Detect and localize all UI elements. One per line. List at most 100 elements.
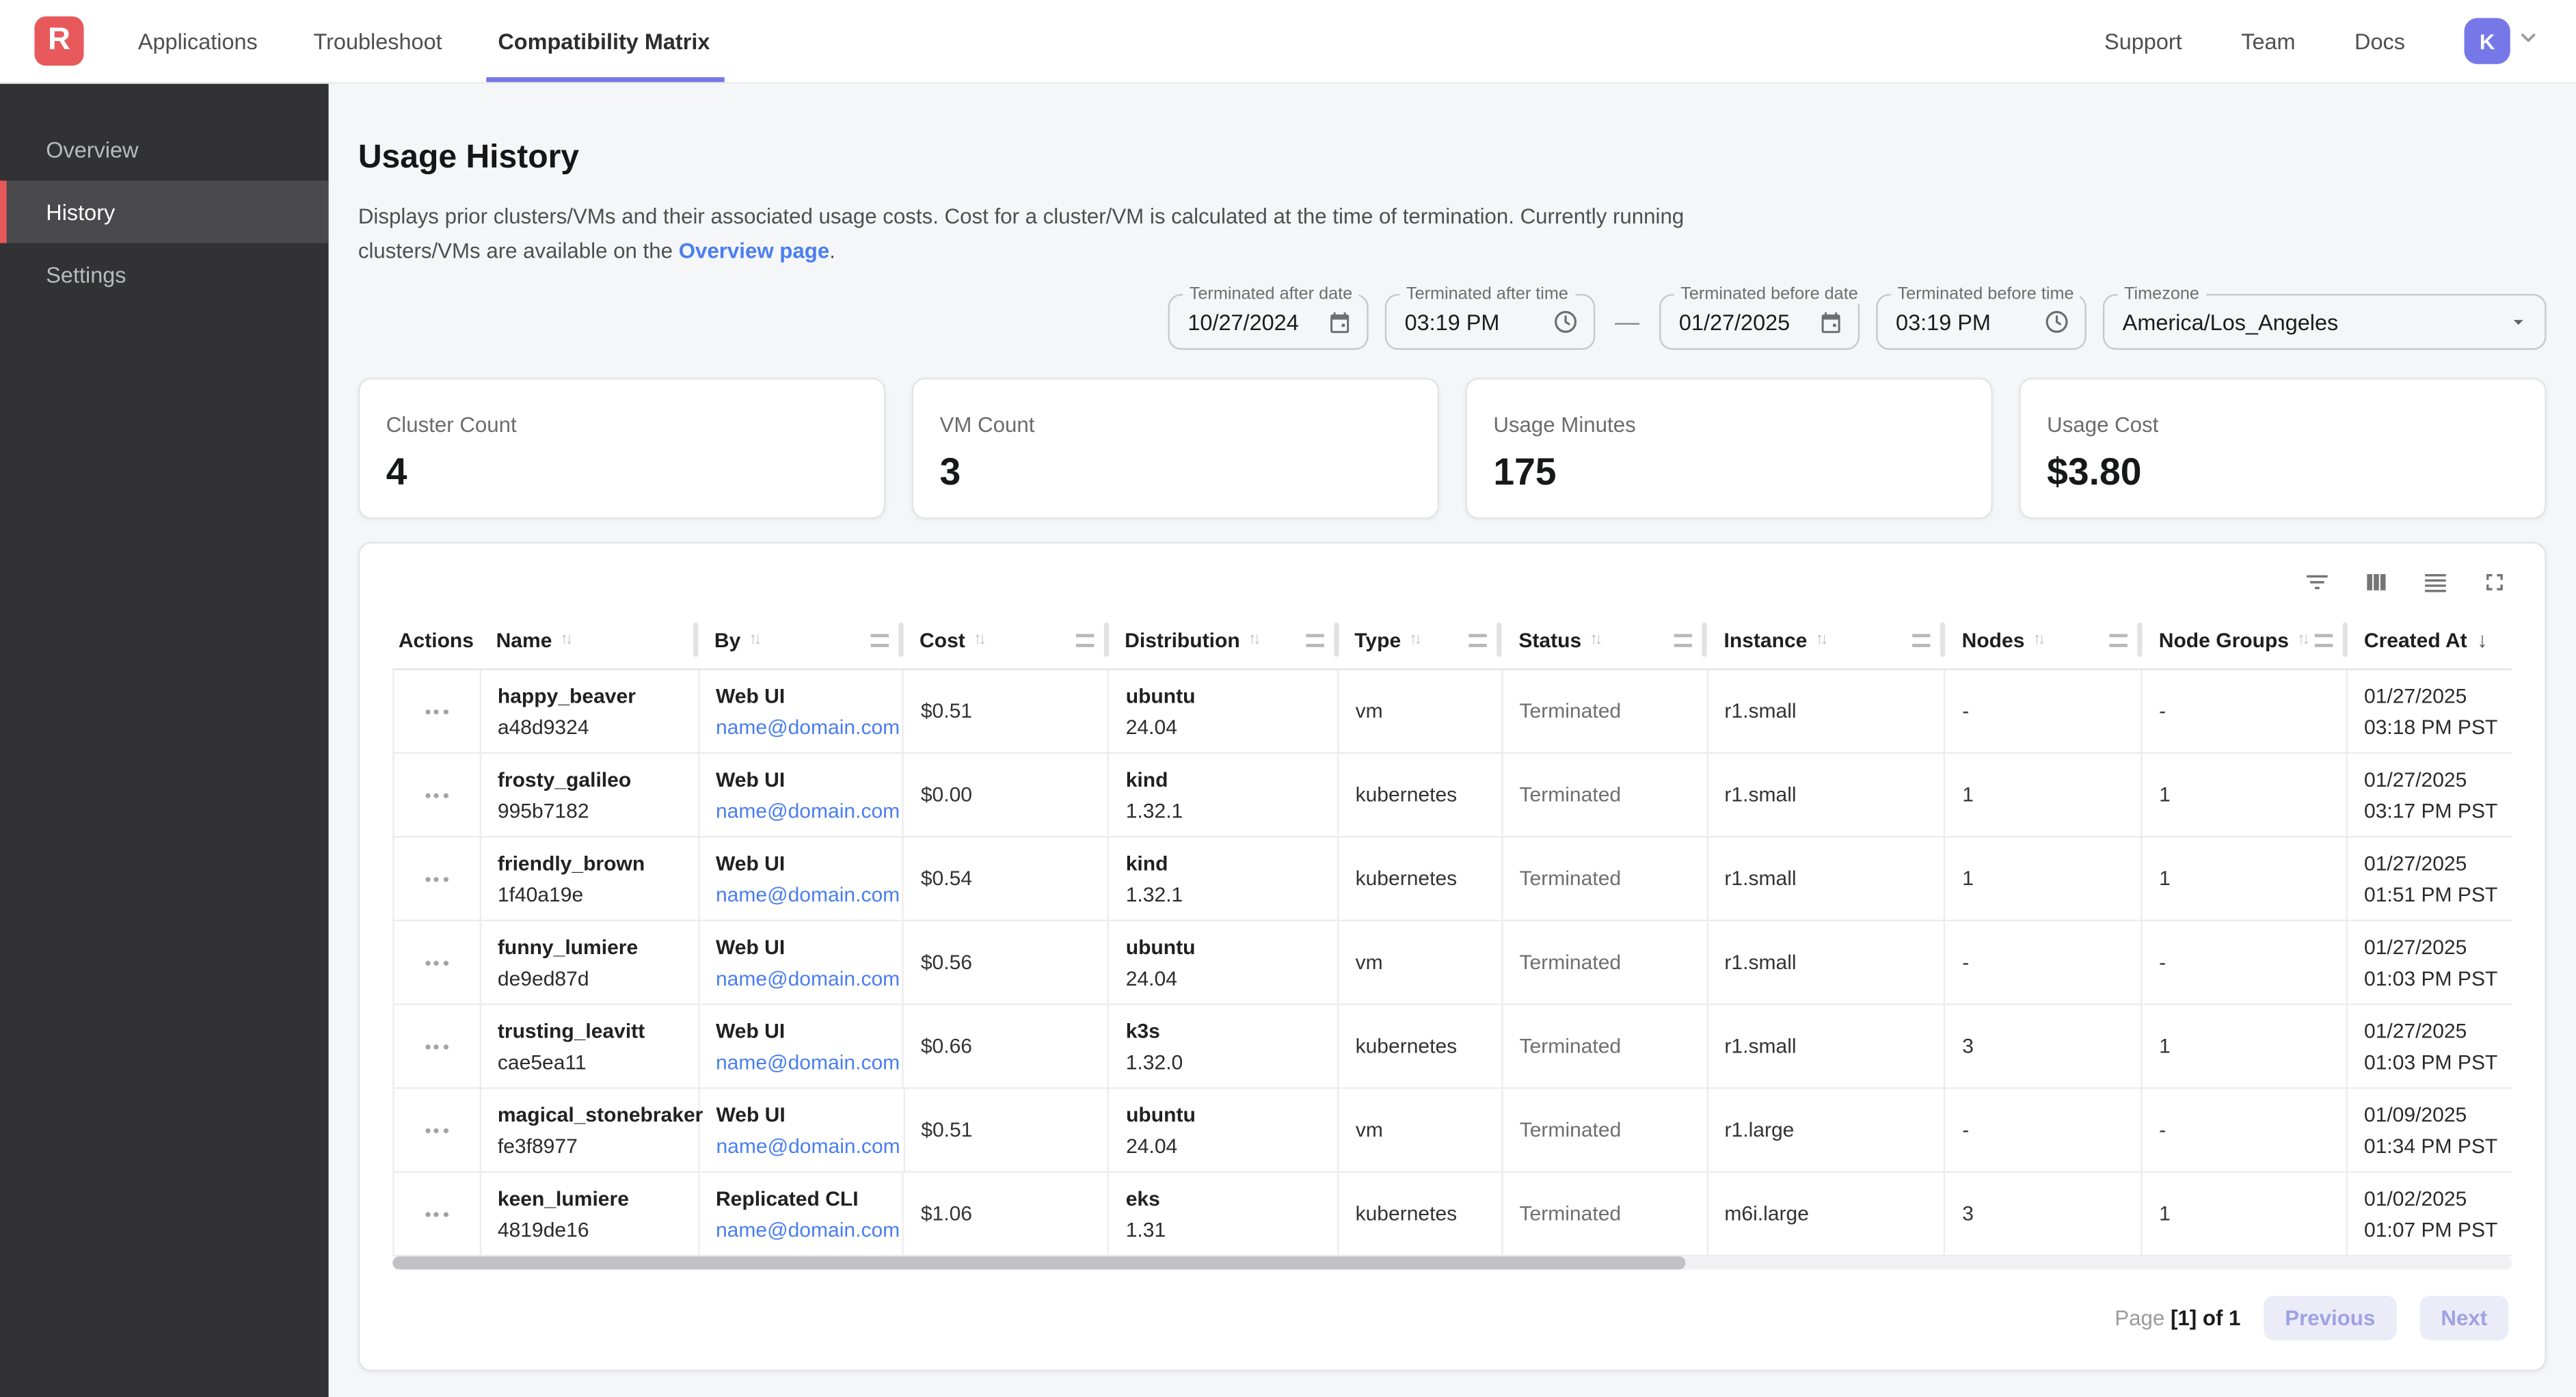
column-header-nodes[interactable]: Nodes ↑↓ [1946,611,2143,668]
by-cell: Web UI name@domain.com [699,838,904,920]
horizontal-scrollbar-thumb[interactable] [392,1257,1685,1270]
column-separator[interactable] [898,623,903,657]
top-navbar: R Applications Troubleshoot Compatibilit… [0,0,2576,84]
sort-icon: ↑↓ [749,631,758,649]
column-menu-icon[interactable] [2110,634,2128,647]
sidebar-item-history[interactable]: History [0,180,329,243]
instance-cell: r1.small [1708,670,1946,752]
nav-link-docs[interactable]: Docs [2354,29,2405,53]
column-menu-icon[interactable] [1913,634,1931,647]
nav-link-team[interactable]: Team [2241,29,2295,53]
clock-icon[interactable] [2043,309,2069,335]
status-cell: Terminated [1503,754,1708,836]
column-separator[interactable] [1333,623,1338,657]
column-header-cost[interactable]: Cost ↑↓ [903,611,1108,668]
cost-cell: $0.66 [904,1005,1110,1087]
column-menu-icon[interactable] [1305,634,1323,647]
column-header-created-at[interactable]: Created At ↓ [2348,611,2512,668]
column-separator[interactable] [1702,623,1707,657]
fullscreen-icon[interactable] [2481,569,2509,597]
calendar-icon[interactable] [1328,310,1352,334]
distribution-name: ubuntu [1126,684,1337,707]
avatar[interactable]: K [2465,18,2510,64]
by-cell: Web UI name@domain.com [699,921,904,1003]
column-separator[interactable] [2343,623,2348,657]
email-link[interactable]: name@domain.com [716,1218,902,1241]
row-actions-button[interactable] [419,953,455,971]
column-menu-icon[interactable] [1075,634,1093,647]
column-header-instance[interactable]: Instance ↑↓ [1707,611,1945,668]
columns-icon[interactable] [2363,569,2391,597]
tab-applications[interactable]: Applications [138,0,258,82]
account-menu[interactable]: K [2465,18,2540,64]
email-link[interactable]: name@domain.com [716,1050,902,1074]
created-at-cell: 01/09/2025 01:34 PM PST [2348,1089,2512,1171]
row-actions-button[interactable] [419,703,455,720]
cost-cell: $0.51 [904,670,1110,752]
sort-icon: ↑↓ [560,631,569,649]
column-menu-icon[interactable] [1674,634,1692,647]
distribution-cell: ubuntu 24.04 [1110,670,1339,752]
column-separator[interactable] [1940,623,1945,657]
column-menu-icon[interactable] [1469,634,1487,647]
node-groups-cell: 1 [2143,1005,2348,1087]
row-actions-button[interactable] [419,786,455,804]
email-link[interactable]: name@domain.com [716,883,902,906]
distribution-name: ubuntu [1126,936,1337,959]
row-actions-button[interactable] [419,1205,455,1223]
table-row: keen_lumiere 4819de16 Replicated CLI nam… [392,1173,2512,1257]
terminated-after-time-field[interactable]: Terminated after time 03:19 PM [1385,294,1596,350]
column-separator[interactable] [1497,623,1502,657]
instance-cell: r1.small [1708,1005,1946,1087]
row-actions-button[interactable] [419,870,455,888]
terminated-after-date-field[interactable]: Terminated after date 10/27/2024 [1168,294,1369,350]
node-groups-cell: - [2143,1089,2348,1171]
nav-link-support[interactable]: Support [2104,29,2182,53]
pagination: Page [1] of 1 Previous Next [360,1270,2545,1340]
terminated-before-date-field[interactable]: Terminated before date 01/27/2025 [1659,294,1860,350]
sort-icon: ↑↓ [2032,631,2042,649]
column-separator[interactable] [2138,623,2143,657]
node-groups-cell: 1 [2143,754,2348,836]
column-header-status[interactable]: Status ↑↓ [1502,611,1707,668]
column-header-node-groups[interactable]: Node Groups ↑↓ [2143,611,2348,668]
next-button[interactable]: Next [2419,1296,2508,1340]
column-menu-icon[interactable] [870,634,888,647]
cluster-name: trusting_leavitt [498,1019,698,1042]
column-separator[interactable] [1103,623,1108,657]
overview-page-link[interactable]: Overview page [679,239,830,263]
column-separator[interactable] [693,623,698,657]
column-menu-icon[interactable] [2315,634,2333,647]
sidebar-item-overview[interactable]: Overview [0,118,329,180]
previous-button[interactable]: Previous [2264,1296,2396,1340]
type-cell: vm [1339,670,1503,752]
dropdown-arrow-icon[interactable] [2507,310,2530,334]
distribution-cell: eks 1.31 [1110,1173,1339,1255]
email-link[interactable]: name@domain.com [716,966,902,990]
column-header-type[interactable]: Type ↑↓ [1338,611,1502,668]
email-link[interactable]: name@domain.com [716,716,902,739]
status-badge: Terminated [1520,867,1706,891]
density-icon[interactable] [2421,569,2450,597]
calendar-icon[interactable] [1819,310,1843,334]
tab-troubleshoot[interactable]: Troubleshoot [313,0,442,82]
column-header-name[interactable]: Name ↑↓ [480,611,698,668]
created-at-cell: 01/27/2025 03:17 PM PST [2348,754,2512,836]
nodes-cell: - [1946,670,2143,752]
tab-compatibility-matrix[interactable]: Compatibility Matrix [498,0,710,82]
cluster-name: happy_beaver [498,684,698,707]
terminated-before-time-field[interactable]: Terminated before time 03:19 PM [1876,294,2087,350]
email-link[interactable]: name@domain.com [716,1134,902,1157]
table-row: happy_beaver a48d9324 Web UI name@domain… [392,670,2512,755]
column-header-by[interactable]: By ↑↓ [698,611,903,668]
column-header-distribution[interactable]: Distribution ↑↓ [1108,611,1338,668]
status-cell: Terminated [1503,1173,1708,1255]
replicated-logo[interactable]: R [34,16,83,66]
row-actions-button[interactable] [419,1037,455,1055]
filter-icon[interactable] [2303,569,2331,597]
email-link[interactable]: name@domain.com [716,799,902,822]
timezone-select[interactable]: Timezone America/Los_Angeles [2103,294,2547,350]
clock-icon[interactable] [1553,309,1579,335]
row-actions-button[interactable] [419,1121,455,1139]
sidebar-item-settings[interactable]: Settings [0,243,329,306]
